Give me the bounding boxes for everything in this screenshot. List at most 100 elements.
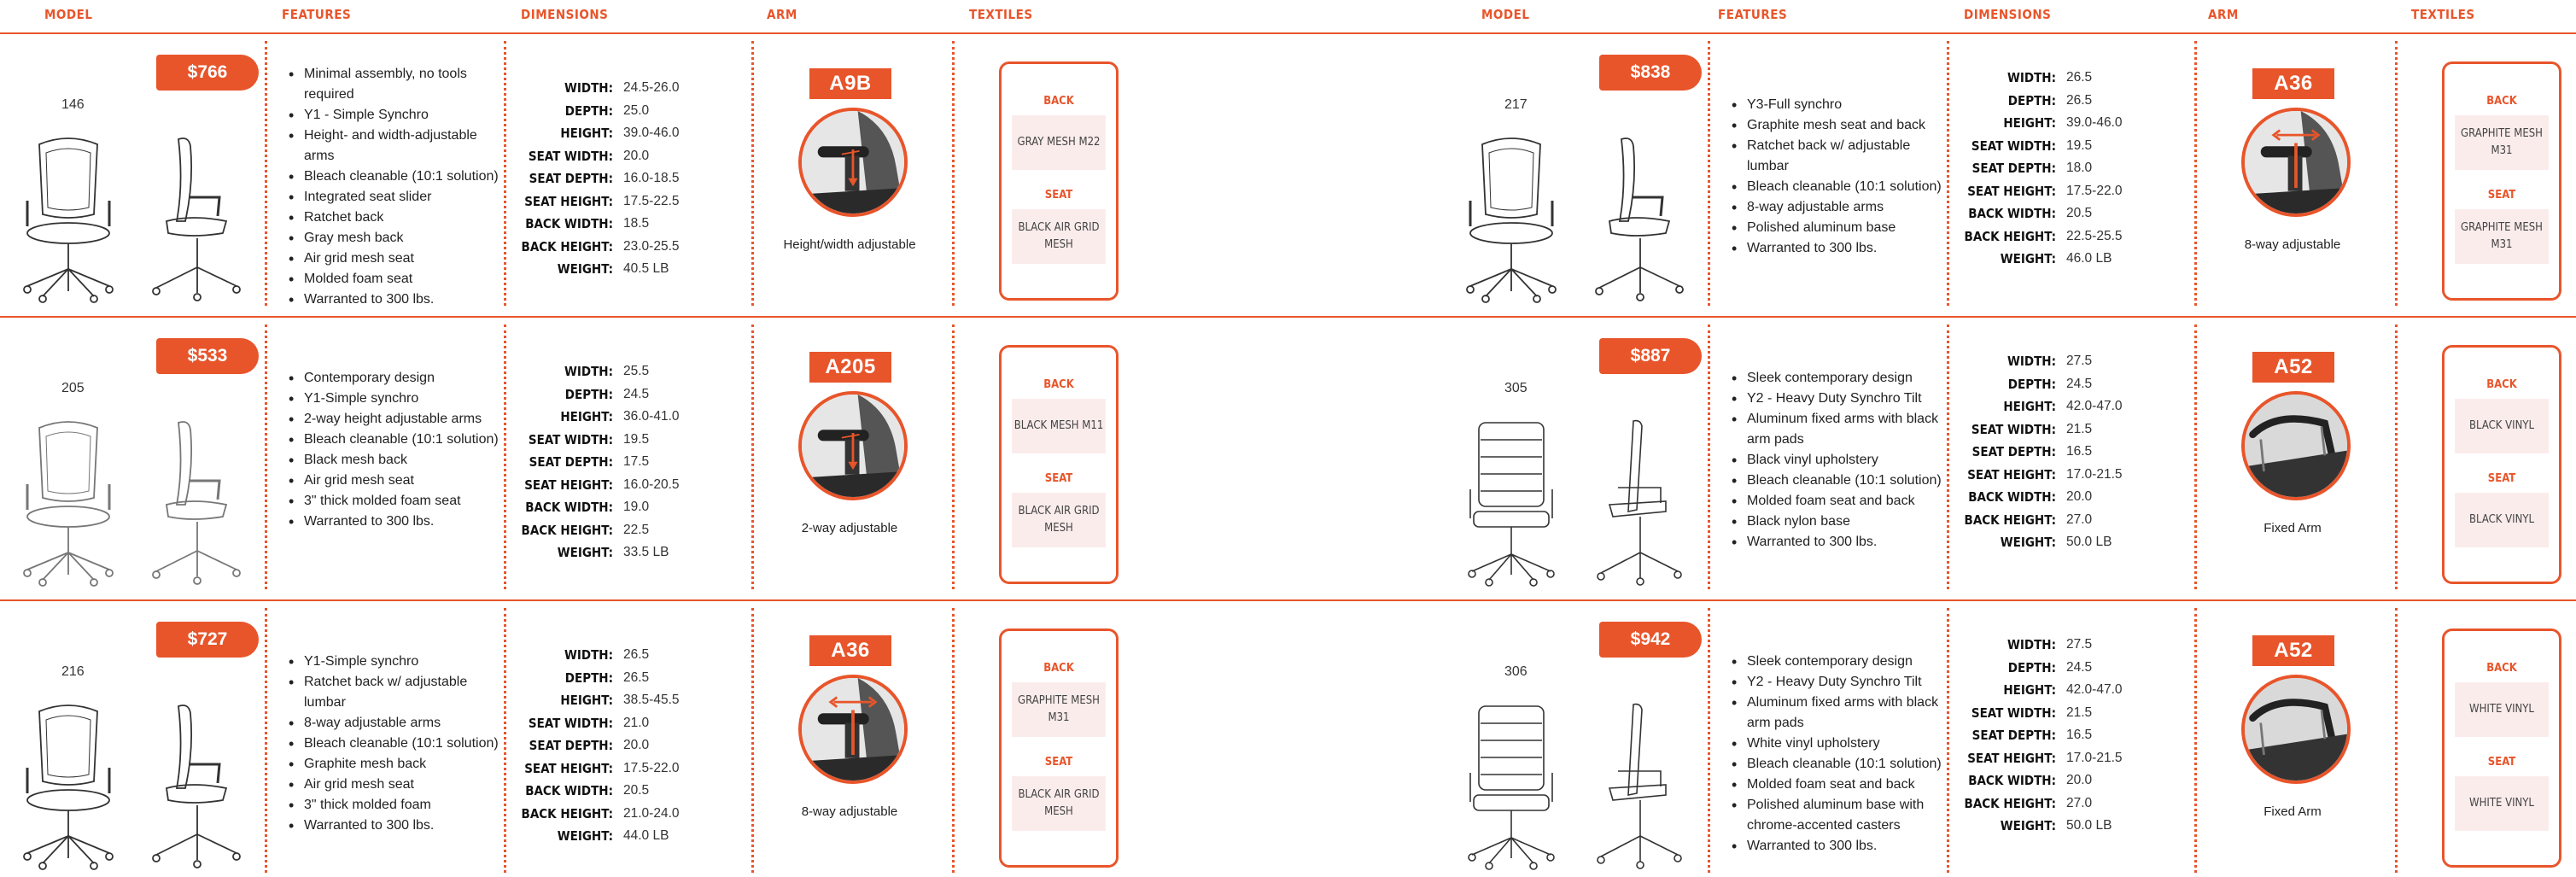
dimension-label: BACK WIDTH: <box>525 500 613 515</box>
arm-adjust-vertical-icon <box>798 108 908 217</box>
dimension-value: 26.5 <box>2066 92 2093 108</box>
dimension-label: DEPTH: <box>564 669 613 686</box>
dimensions-table: WIDTH: 27.5 DEPTH: 24.5 HEIGHT: 42.0-47.… <box>1951 634 2182 838</box>
feature-list: Sleek contemporary designY2 - Heavy Duty… <box>1732 652 1945 857</box>
column-divider <box>952 324 955 589</box>
dimension-label: SEAT WIDTH: <box>528 148 613 164</box>
dimension-value: 39.0-46.0 <box>623 126 680 140</box>
column-divider <box>2194 324 2197 589</box>
dimension-value: 26.5 <box>623 669 650 685</box>
dimension-label: HEIGHT: <box>2003 115 2056 131</box>
dimension-row: WEIGHT: 46.0 LB <box>1951 248 2182 271</box>
feature-item: Warranted to 300 lbs. <box>289 512 502 532</box>
column-divider <box>504 608 506 873</box>
column-divider <box>751 41 754 306</box>
textile-back-heading: BACK <box>1043 662 1074 675</box>
price-badge: $887 <box>1599 338 1702 374</box>
dimension-value: 19.0 <box>623 500 650 514</box>
dimension-row: WEIGHT: 44.0 LB <box>508 825 739 848</box>
price-badge: $727 <box>156 622 259 658</box>
dimension-label: BACK WIDTH: <box>525 216 613 231</box>
dimension-row: DEPTH: 25.0 <box>508 100 739 123</box>
dimension-row: SEAT HEIGHT: 17.5-22.0 <box>1951 180 2182 203</box>
dimension-label: DEPTH: <box>564 386 613 402</box>
feature-item: Bleach cleanable (10:1 solution) <box>1732 754 1945 775</box>
textile-seat-heading: SEAT <box>2487 472 2516 485</box>
dimension-label: SEAT HEIGHT: <box>1967 183 2056 199</box>
dimension-row: BACK WIDTH: 20.0 <box>1951 769 2182 792</box>
dimension-row: HEIGHT: 38.5-45.5 <box>508 689 739 712</box>
dimension-row: BACK WIDTH: 20.5 <box>508 780 739 803</box>
feature-item: Sleek contemporary design <box>1732 652 1945 672</box>
dimension-label: SEAT WIDTH: <box>1971 705 2056 721</box>
dimension-row: SEAT DEPTH: 16.0-18.5 <box>508 167 739 190</box>
textile-seat-heading: SEAT <box>2487 189 2516 202</box>
feature-list: Y3-Full synchroGraphite mesh seat and ba… <box>1732 95 1945 259</box>
dimension-label: HEIGHT: <box>2003 399 2056 414</box>
dimension-row: HEIGHT: 42.0-47.0 <box>1951 679 2182 702</box>
column-divider <box>1947 324 1949 589</box>
dimension-label: WIDTH: <box>2006 70 2056 85</box>
feature-item: Ratchet back w/ adjustable lumbar <box>1732 136 1945 177</box>
feature-item: Y2 - Heavy Duty Synchro Tilt <box>1732 672 1945 693</box>
feature-item: White vinyl upholstery <box>1732 734 1945 754</box>
column-header-textiles: TEXTILES <box>969 7 1033 22</box>
textile-back-heading: BACK <box>1043 378 1074 391</box>
dimension-label: SEAT HEIGHT: <box>524 193 613 209</box>
dimension-row: HEIGHT: 39.0-46.0 <box>508 122 739 145</box>
dimension-row: SEAT HEIGHT: 17.5-22.5 <box>508 190 739 213</box>
dimension-value: 16.5 <box>2066 728 2093 742</box>
dimension-row: HEIGHT: 39.0-46.0 <box>1951 112 2182 135</box>
arm-caption: Fixed Arm <box>2263 521 2322 535</box>
dimension-label: BACK HEIGHT: <box>1964 228 2056 244</box>
feature-item: Polished aluminum base <box>1732 218 1945 238</box>
dimensions-table: WIDTH: 25.5 DEPTH: 24.5 HEIGHT: 36.0-41.… <box>508 360 739 564</box>
feature-item: Warranted to 300 lbs. <box>1732 532 1945 553</box>
dimension-value: 27.0 <box>2066 512 2093 527</box>
textile-seat-swatch: BLACK AIR GRID MESH <box>1012 209 1106 264</box>
chair-images <box>1460 416 1716 587</box>
column-divider <box>2395 324 2398 589</box>
arm-code-badge: A52 <box>2252 635 2334 666</box>
column-divider <box>1947 41 1949 306</box>
dimension-row: SEAT WIDTH: 19.5 <box>508 429 739 452</box>
feature-list: Contemporary designY1-Simple synchro2-wa… <box>289 368 502 532</box>
column-header-features: FEATURES <box>282 7 352 22</box>
dimension-value: 23.0-25.5 <box>623 238 680 254</box>
arm-adjust-multi-icon <box>2241 108 2351 217</box>
feature-item: Graphite mesh back <box>289 754 502 775</box>
dimension-row: BACK HEIGHT: 22.5 <box>508 519 739 542</box>
feature-item: Bleach cleanable (10:1 solution) <box>289 167 502 187</box>
column-divider <box>2194 608 2197 873</box>
dimension-value: 33.5 LB <box>623 545 669 559</box>
dimension-row: SEAT HEIGHT: 17.5-22.0 <box>508 757 739 781</box>
textile-back-heading: BACK <box>2486 662 2517 675</box>
feature-item: 3" thick molded foam seat <box>289 491 502 512</box>
dimension-value: 27.0 <box>2066 795 2093 810</box>
feature-item: Bleach cleanable (10:1 solution) <box>1732 177 1945 197</box>
dimension-row: SEAT DEPTH: 16.5 <box>1951 441 2182 464</box>
dimension-row: SEAT WIDTH: 20.0 <box>508 145 739 168</box>
dimension-label: WIDTH: <box>564 80 613 96</box>
dimension-value: 20.0 <box>623 148 650 163</box>
dimension-label: SEAT WIDTH: <box>528 431 613 447</box>
arm-caption: 8-way adjustable <box>801 804 898 819</box>
dimension-value: 16.5 <box>2066 444 2093 459</box>
dimension-label: WEIGHT: <box>557 261 613 277</box>
product-row: 305 $887 Sleek contemporary designY2 - He… <box>1443 318 2576 599</box>
dimensions-table: WIDTH: 27.5 DEPTH: 24.5 HEIGHT: 42.0-47.… <box>1951 350 2182 554</box>
dimension-value: 38.5-45.5 <box>623 693 680 707</box>
dimension-label: WEIGHT: <box>2000 535 2056 550</box>
dimension-label: WIDTH: <box>2006 354 2056 369</box>
model-number: 205 <box>61 381 85 395</box>
model-number: 146 <box>61 97 85 112</box>
arm-caption: 2-way adjustable <box>801 521 898 535</box>
dimension-label: SEAT DEPTH: <box>529 171 613 186</box>
dimension-value: 24.5 <box>623 386 650 401</box>
dimension-row: SEAT WIDTH: 19.5 <box>1951 135 2182 158</box>
dimension-label: SEAT DEPTH: <box>529 738 613 753</box>
column-divider <box>265 608 267 873</box>
dimension-value: 42.0-47.0 <box>2066 399 2123 413</box>
column-divider <box>2194 41 2197 306</box>
dimension-value: 17.5-22.0 <box>623 760 680 775</box>
